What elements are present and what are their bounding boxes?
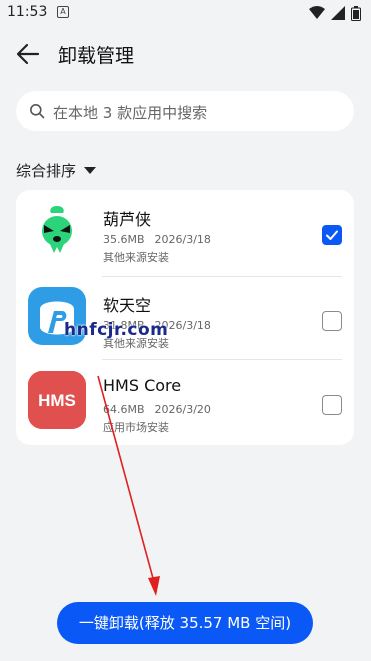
wifi-icon: [309, 6, 325, 19]
app-list: 葫芦侠 35.6MB 2026/3/18 其他来源安装 软天空 31.8MB 202…: [16, 190, 354, 445]
hms-icon-text: HMS: [38, 391, 76, 410]
battery-icon: [351, 5, 361, 21]
hms-core-icon: HMS: [28, 371, 86, 429]
app-name: 葫芦侠: [103, 210, 152, 229]
watermark: hnfcjr.com: [64, 320, 169, 340]
select-checkbox[interactable]: [322, 225, 342, 245]
app-source: 应用市场安装: [103, 421, 169, 434]
app-row-hms-core[interactable]: HMS HMS Core 64.6MB 2026/3/20 应用市场安装: [16, 360, 354, 444]
app-size: 35.6MB: [103, 233, 145, 246]
app-row-ruantiankong[interactable]: 软天空 31.8MB 2026/3/18 其他来源安装: [16, 276, 354, 360]
search-icon: [30, 104, 45, 119]
huluxia-icon: [28, 201, 86, 259]
select-checkbox[interactable]: [322, 311, 342, 331]
app-row-huluxia[interactable]: 葫芦侠 35.6MB 2026/3/18 其他来源安装: [16, 190, 354, 274]
app-name: HMS Core: [103, 376, 182, 395]
app-date: 2026/3/20: [154, 403, 211, 416]
app-meta: 64.6MB 2026/3/20: [103, 403, 211, 416]
back-arrow-icon[interactable]: [14, 41, 42, 67]
status-time: 11:53: [7, 4, 48, 20]
app-meta: 35.6MB 2026/3/18: [103, 233, 211, 246]
signal-icon: [331, 6, 345, 20]
uninstall-button[interactable]: 一键卸载(释放 35.57 MB 空间): [57, 602, 313, 644]
caret-down-icon: [84, 167, 97, 174]
status-bar: 11:53 A: [0, 0, 371, 26]
app-size: 64.6MB: [103, 403, 145, 416]
sort-label: 综合排序: [16, 162, 77, 180]
check-icon: [326, 230, 338, 240]
page-title: 卸载管理: [58, 45, 135, 67]
app-date: 2026/3/18: [154, 233, 211, 246]
app-source: 其他来源安装: [103, 251, 169, 264]
search-input[interactable]: 在本地 3 款应用中搜索: [16, 91, 354, 131]
select-checkbox[interactable]: [322, 395, 342, 415]
app-name: 软天空: [103, 296, 152, 315]
search-placeholder: 在本地 3 款应用中搜索: [53, 104, 208, 122]
sort-dropdown[interactable]: 综合排序: [16, 160, 97, 181]
notification-icon: A: [57, 6, 69, 18]
status-indicators: [309, 4, 361, 22]
